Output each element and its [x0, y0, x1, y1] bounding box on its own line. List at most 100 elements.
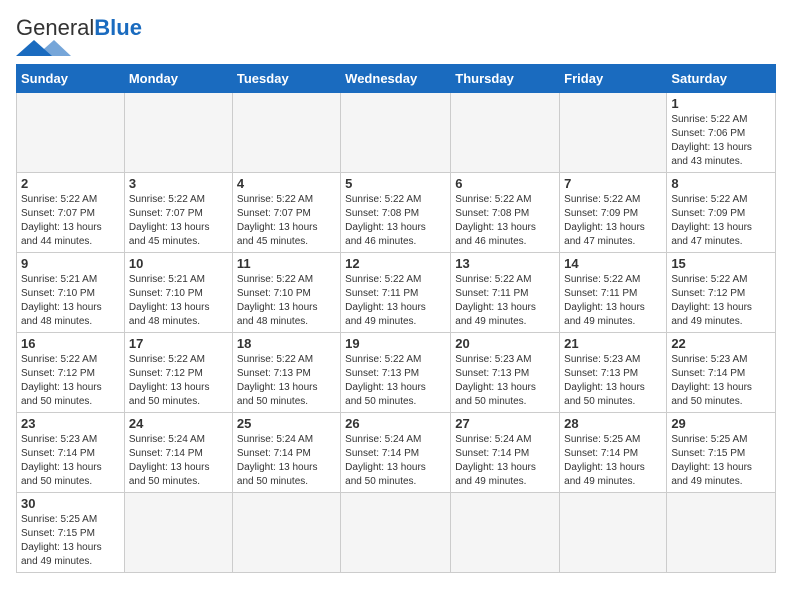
calendar-cell: [341, 493, 451, 573]
day-number: 17: [129, 336, 228, 351]
day-number: 3: [129, 176, 228, 191]
day-info: Sunrise: 5:24 AM Sunset: 7:14 PM Dayligh…: [237, 433, 336, 489]
day-number: 21: [564, 336, 662, 351]
day-number: 18: [237, 336, 336, 351]
day-info: Sunrise: 5:23 AM Sunset: 7:13 PM Dayligh…: [564, 353, 662, 409]
calendar-cell: [124, 93, 232, 173]
day-info: Sunrise: 5:22 AM Sunset: 7:09 PM Dayligh…: [671, 193, 771, 249]
calendar-cell: [451, 93, 560, 173]
day-number: 2: [21, 176, 120, 191]
day-number: 10: [129, 256, 228, 271]
day-number: 19: [345, 336, 446, 351]
weekday-header-saturday: Saturday: [667, 65, 776, 93]
calendar-cell: 1 Sunrise: 5:22 AM Sunset: 7:06 PM Daylig…: [667, 93, 776, 173]
day-number: 20: [455, 336, 555, 351]
weekday-header-thursday: Thursday: [451, 65, 560, 93]
day-number: 30: [21, 496, 120, 511]
calendar-cell: [232, 493, 340, 573]
calendar-cell: 28 Sunrise: 5:25 AM Sunset: 7:14 PM Dayli…: [560, 413, 667, 493]
day-info: Sunrise: 5:22 AM Sunset: 7:06 PM Dayligh…: [671, 113, 771, 169]
day-info: Sunrise: 5:25 AM Sunset: 7:15 PM Dayligh…: [21, 513, 120, 569]
day-info: Sunrise: 5:25 AM Sunset: 7:14 PM Dayligh…: [564, 433, 662, 489]
calendar-cell: 2 Sunrise: 5:22 AM Sunset: 7:07 PM Daylig…: [17, 173, 125, 253]
calendar-cell: 24 Sunrise: 5:24 AM Sunset: 7:14 PM Dayli…: [124, 413, 232, 493]
calendar-cell: 18 Sunrise: 5:22 AM Sunset: 7:13 PM Dayli…: [232, 333, 340, 413]
day-info: Sunrise: 5:22 AM Sunset: 7:12 PM Dayligh…: [21, 353, 120, 409]
calendar-cell: 16 Sunrise: 5:22 AM Sunset: 7:12 PM Dayli…: [17, 333, 125, 413]
calendar-cell: 15Sunrise: 5:22 AM Sunset: 7:12 PM Dayli…: [667, 253, 776, 333]
day-info: Sunrise: 5:22 AM Sunset: 7:07 PM Dayligh…: [129, 193, 228, 249]
day-number: 8: [671, 176, 771, 191]
weekday-header-row: SundayMondayTuesdayWednesdayThursdayFrid…: [17, 65, 776, 93]
day-number: 5: [345, 176, 446, 191]
calendar-cell: 29 Sunrise: 5:25 AM Sunset: 7:15 PM Dayli…: [667, 413, 776, 493]
weekday-header-sunday: Sunday: [17, 65, 125, 93]
day-info: Sunrise: 5:24 AM Sunset: 7:14 PM Dayligh…: [345, 433, 446, 489]
day-number: 28: [564, 416, 662, 431]
day-info: Sunrise: 5:24 AM Sunset: 7:14 PM Dayligh…: [455, 433, 555, 489]
logo: GeneralBlue: [16, 16, 142, 56]
weekday-header-wednesday: Wednesday: [341, 65, 451, 93]
day-number: 11: [237, 256, 336, 271]
weekday-header-friday: Friday: [560, 65, 667, 93]
day-info: Sunrise: 5:22 AM Sunset: 7:07 PM Dayligh…: [237, 193, 336, 249]
calendar-cell: 9Sunrise: 5:21 AM Sunset: 7:10 PM Daylig…: [17, 253, 125, 333]
calendar-cell: [451, 493, 560, 573]
calendar-cell: 3 Sunrise: 5:22 AM Sunset: 7:07 PM Daylig…: [124, 173, 232, 253]
calendar-cell: 10Sunrise: 5:21 AM Sunset: 7:10 PM Dayli…: [124, 253, 232, 333]
day-info: Sunrise: 5:22 AM Sunset: 7:13 PM Dayligh…: [237, 353, 336, 409]
day-info: Sunrise: 5:22 AM Sunset: 7:11 PM Dayligh…: [345, 273, 446, 329]
day-number: 4: [237, 176, 336, 191]
day-number: 14: [564, 256, 662, 271]
calendar-cell: [17, 93, 125, 173]
calendar-cell: [667, 493, 776, 573]
calendar-cell: [232, 93, 340, 173]
calendar-cell: 17Sunrise: 5:22 AM Sunset: 7:12 PM Dayli…: [124, 333, 232, 413]
day-number: 16: [21, 336, 120, 351]
week-row-3: 9Sunrise: 5:21 AM Sunset: 7:10 PM Daylig…: [17, 253, 776, 333]
day-number: 25: [237, 416, 336, 431]
calendar-cell: 14Sunrise: 5:22 AM Sunset: 7:11 PM Dayli…: [560, 253, 667, 333]
day-number: 27: [455, 416, 555, 431]
day-number: 1: [671, 96, 771, 111]
calendar-cell: 6Sunrise: 5:22 AM Sunset: 7:08 PM Daylig…: [451, 173, 560, 253]
calendar-cell: 27 Sunrise: 5:24 AM Sunset: 7:14 PM Dayli…: [451, 413, 560, 493]
day-info: Sunrise: 5:25 AM Sunset: 7:15 PM Dayligh…: [671, 433, 771, 489]
weekday-header-monday: Monday: [124, 65, 232, 93]
day-info: Sunrise: 5:22 AM Sunset: 7:11 PM Dayligh…: [455, 273, 555, 329]
logo-general: General: [16, 15, 94, 40]
day-number: 9: [21, 256, 120, 271]
calendar-cell: 23 Sunrise: 5:23 AM Sunset: 7:14 PM Dayli…: [17, 413, 125, 493]
calendar-cell: 25 Sunrise: 5:24 AM Sunset: 7:14 PM Dayli…: [232, 413, 340, 493]
calendar-cell: [560, 93, 667, 173]
calendar-cell: 5 Sunrise: 5:22 AM Sunset: 7:08 PM Daylig…: [341, 173, 451, 253]
week-row-1: 1 Sunrise: 5:22 AM Sunset: 7:06 PM Daylig…: [17, 93, 776, 173]
day-info: Sunrise: 5:22 AM Sunset: 7:08 PM Dayligh…: [345, 193, 446, 249]
calendar-cell: [341, 93, 451, 173]
calendar-cell: [124, 493, 232, 573]
day-number: 24: [129, 416, 228, 431]
day-info: Sunrise: 5:23 AM Sunset: 7:14 PM Dayligh…: [671, 353, 771, 409]
calendar-cell: 21 Sunrise: 5:23 AM Sunset: 7:13 PM Dayli…: [560, 333, 667, 413]
weekday-header-tuesday: Tuesday: [232, 65, 340, 93]
week-row-4: 16 Sunrise: 5:22 AM Sunset: 7:12 PM Dayli…: [17, 333, 776, 413]
day-number: 15: [671, 256, 771, 271]
calendar-table: SundayMondayTuesdayWednesdayThursdayFrid…: [16, 64, 776, 573]
calendar-cell: 13Sunrise: 5:22 AM Sunset: 7:11 PM Dayli…: [451, 253, 560, 333]
calendar-cell: 12 Sunrise: 5:22 AM Sunset: 7:11 PM Dayli…: [341, 253, 451, 333]
calendar-cell: 19 Sunrise: 5:22 AM Sunset: 7:13 PM Dayli…: [341, 333, 451, 413]
calendar-cell: 26 Sunrise: 5:24 AM Sunset: 7:14 PM Dayli…: [341, 413, 451, 493]
day-number: 12: [345, 256, 446, 271]
calendar-cell: [560, 493, 667, 573]
calendar-cell: 20Sunrise: 5:23 AM Sunset: 7:13 PM Dayli…: [451, 333, 560, 413]
day-number: 23: [21, 416, 120, 431]
day-number: 6: [455, 176, 555, 191]
day-info: Sunrise: 5:22 AM Sunset: 7:13 PM Dayligh…: [345, 353, 446, 409]
day-info: Sunrise: 5:22 AM Sunset: 7:07 PM Dayligh…: [21, 193, 120, 249]
day-info: Sunrise: 5:23 AM Sunset: 7:14 PM Dayligh…: [21, 433, 120, 489]
day-info: Sunrise: 5:22 AM Sunset: 7:10 PM Dayligh…: [237, 273, 336, 329]
calendar-cell: 30 Sunrise: 5:25 AM Sunset: 7:15 PM Dayli…: [17, 493, 125, 573]
day-number: 26: [345, 416, 446, 431]
day-number: 29: [671, 416, 771, 431]
day-info: Sunrise: 5:24 AM Sunset: 7:14 PM Dayligh…: [129, 433, 228, 489]
